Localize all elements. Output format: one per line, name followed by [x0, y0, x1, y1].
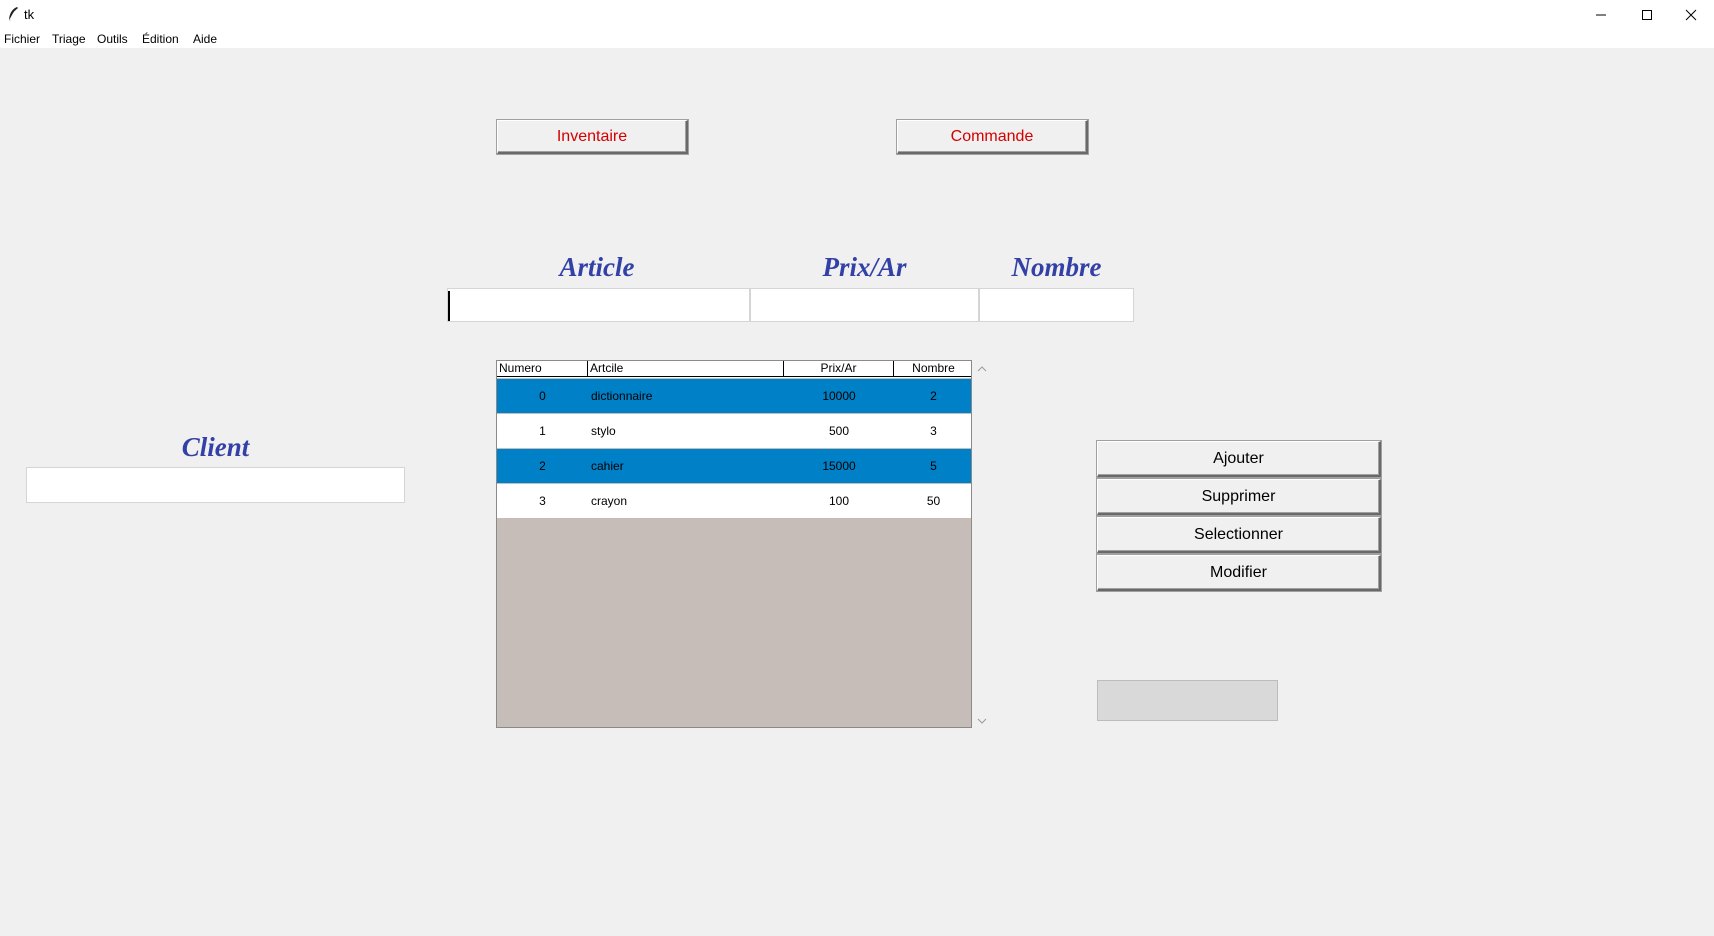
- feather-icon: [8, 7, 18, 22]
- nombre-input[interactable]: [979, 288, 1134, 322]
- minimize-button[interactable]: [1578, 0, 1624, 30]
- cell-article: crayon: [591, 494, 628, 508]
- cell-prix: 100: [828, 494, 850, 508]
- cell-nombre: 2: [930, 389, 937, 403]
- column-header-nombre[interactable]: Nombre: [894, 361, 971, 377]
- minimize-icon: [1596, 14, 1606, 16]
- menu-aide[interactable]: Aide: [193, 32, 217, 46]
- cell-prix: 10000: [822, 389, 856, 403]
- cell-numero: 0: [539, 389, 546, 403]
- modifier-button[interactable]: Modifier: [1097, 555, 1381, 591]
- supprimer-button[interactable]: Supprimer: [1097, 479, 1381, 515]
- menu-triage[interactable]: Triage: [52, 32, 86, 46]
- inventaire-button[interactable]: Inventaire: [497, 120, 688, 154]
- close-icon: [1685, 9, 1697, 21]
- chevron-up-icon[interactable]: [977, 365, 987, 373]
- table-row[interactable]: 2 cahier 15000 5: [497, 449, 971, 483]
- cell-numero: 3: [539, 494, 546, 508]
- close-button[interactable]: [1668, 0, 1714, 30]
- menu-edition[interactable]: Édition: [142, 32, 179, 46]
- maximize-button[interactable]: [1624, 0, 1670, 30]
- cell-numero: 2: [539, 459, 546, 473]
- cell-article: dictionnaire: [591, 389, 653, 403]
- nombre-label: Nombre: [1011, 252, 1102, 282]
- text-caret: [448, 291, 450, 321]
- cell-nombre: 50: [926, 494, 941, 508]
- commande-button[interactable]: Commande: [897, 120, 1088, 154]
- cell-nombre: 5: [930, 459, 937, 473]
- ajouter-button[interactable]: Ajouter: [1097, 441, 1381, 477]
- cell-prix: 15000: [822, 459, 856, 473]
- cell-article: stylo: [591, 424, 616, 438]
- chevron-down-icon[interactable]: [977, 717, 987, 725]
- table-header: Numero Artcile Prix/Ar Nombre: [497, 361, 971, 378]
- menu-fichier[interactable]: Fichier: [4, 32, 40, 46]
- table-row[interactable]: 0 dictionnaire 10000 2: [497, 379, 971, 413]
- title-bar: tk: [0, 0, 1714, 30]
- client-label: Client: [181, 432, 250, 462]
- window-title: tk: [24, 7, 35, 22]
- article-label: Article: [559, 252, 635, 282]
- status-box: [1097, 680, 1278, 721]
- table-row[interactable]: 3 crayon 100 50: [497, 484, 971, 518]
- menu-bar: Fichier Triage Outils Édition Aide: [0, 30, 1714, 48]
- column-header-numero[interactable]: Numero: [497, 361, 588, 377]
- prix-input[interactable]: [750, 288, 979, 322]
- client-input[interactable]: [26, 467, 405, 503]
- prix-label: Prix/Ar: [822, 252, 907, 282]
- cell-nombre: 3: [930, 424, 937, 438]
- maximize-icon: [1642, 10, 1652, 20]
- cell-prix: 500: [828, 424, 850, 438]
- cell-article: cahier: [591, 459, 624, 473]
- menu-outils[interactable]: Outils: [97, 32, 128, 46]
- articles-table[interactable]: Numero Artcile Prix/Ar Nombre 0 dictionna…: [496, 360, 972, 728]
- column-header-prix[interactable]: Prix/Ar: [784, 361, 894, 377]
- column-header-article[interactable]: Artcile: [588, 361, 784, 377]
- article-input[interactable]: [447, 288, 750, 322]
- selectionner-button[interactable]: Selectionner: [1097, 517, 1381, 553]
- table-row[interactable]: 1 stylo 500 3: [497, 414, 971, 448]
- cell-numero: 1: [539, 424, 546, 438]
